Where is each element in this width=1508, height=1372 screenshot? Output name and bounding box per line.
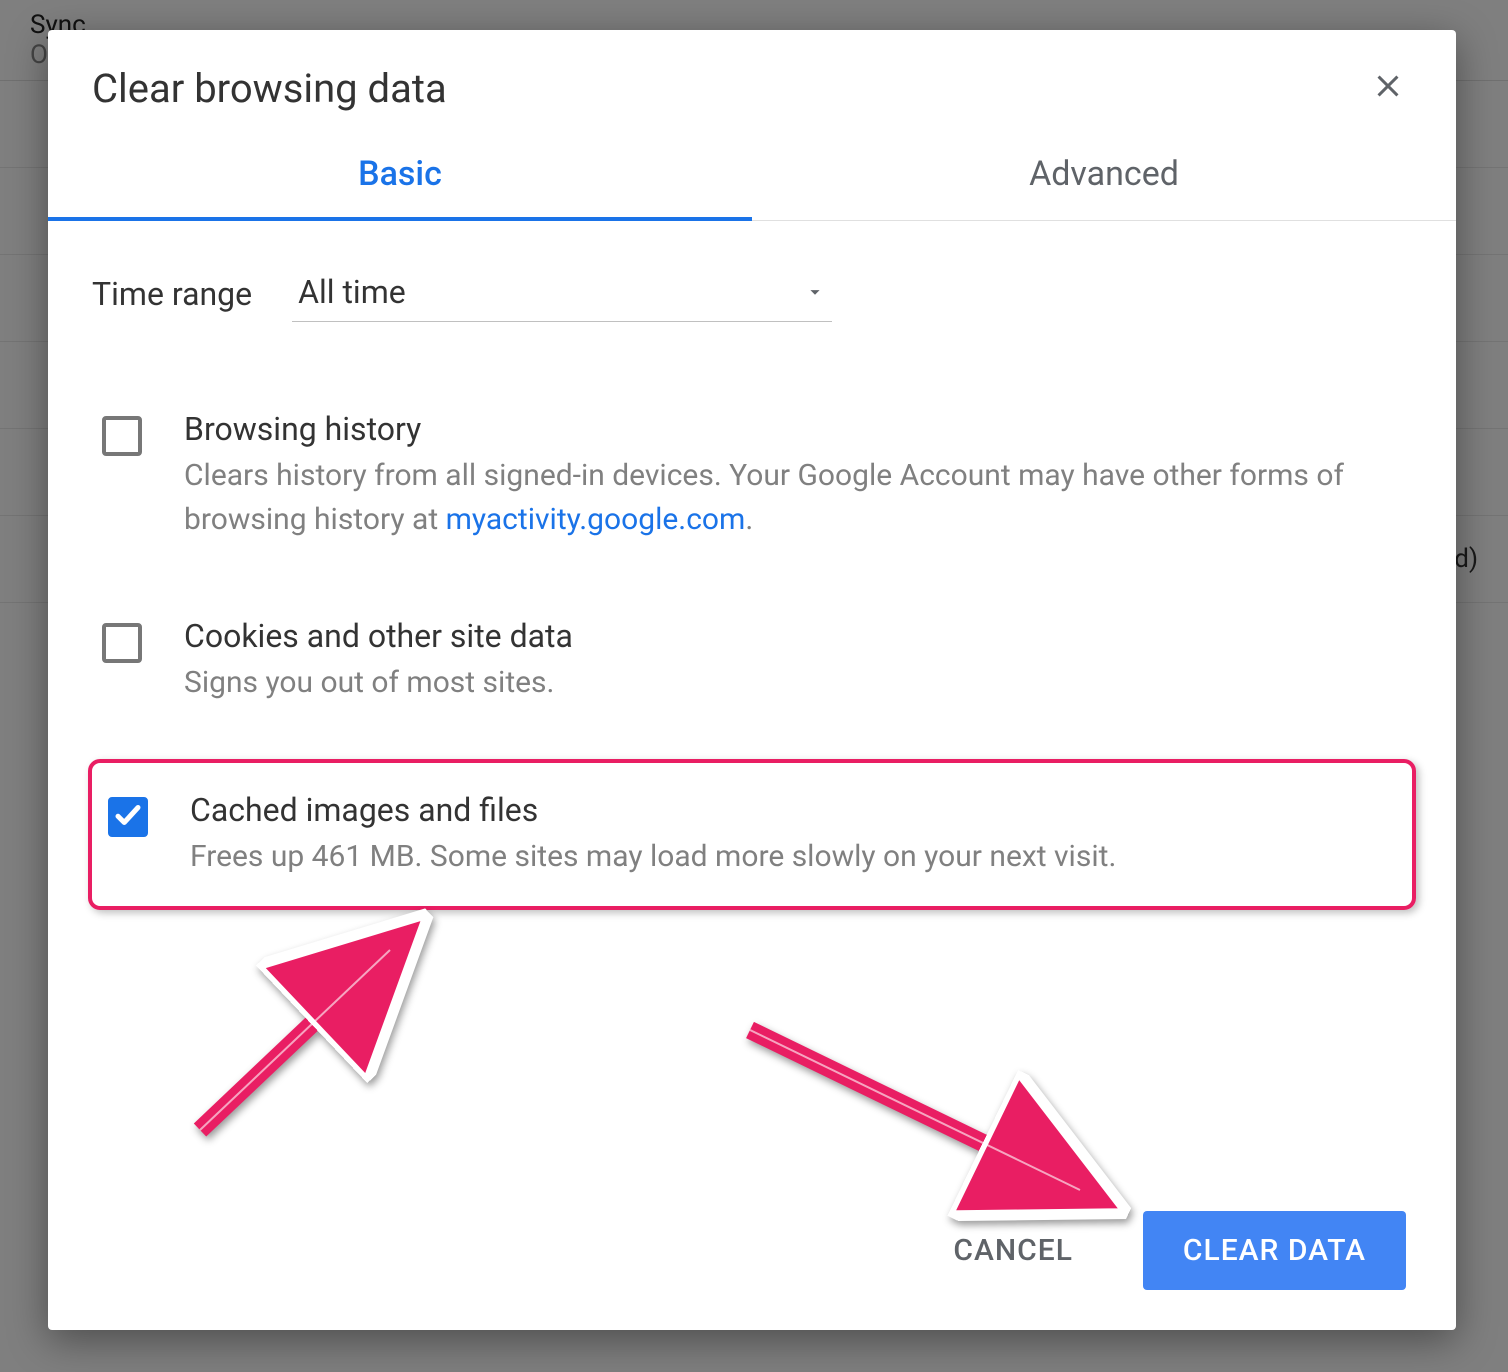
tabs: Basic Advanced (48, 132, 1456, 221)
cancel-button[interactable]: CANCEL (933, 1215, 1093, 1286)
annotation-highlight-box: Cached images and files Frees up 461 MB.… (88, 759, 1416, 911)
option-title: Browsing history (184, 410, 1402, 448)
checkbox-cookies[interactable] (102, 623, 142, 663)
option-cached-images: Cached images and files Frees up 461 MB.… (98, 773, 1402, 897)
time-range-select[interactable]: All time (292, 265, 832, 322)
time-range-value: All time (298, 273, 406, 311)
option-description: Signs you out of most sites. (184, 661, 1402, 705)
clear-data-button[interactable]: CLEAR DATA (1143, 1211, 1406, 1290)
chevron-down-icon (804, 281, 826, 303)
check-icon (113, 800, 143, 834)
checkbox-cached-images[interactable] (108, 797, 148, 837)
option-cookies: Cookies and other site data Signs you ou… (92, 599, 1412, 723)
option-browsing-history: Browsing history Clears history from all… (92, 392, 1412, 559)
close-icon (1370, 68, 1406, 108)
clear-browsing-data-dialog: Clear browsing data Basic Advanced Time … (48, 30, 1456, 1330)
time-range-label: Time range (92, 275, 252, 313)
checkbox-browsing-history[interactable] (102, 416, 142, 456)
dialog-title: Clear browsing data (92, 65, 447, 112)
option-title: Cached images and files (190, 791, 1392, 829)
myactivity-link[interactable]: myactivity.google.com (446, 502, 746, 537)
tab-basic[interactable]: Basic (48, 132, 752, 220)
tab-advanced[interactable]: Advanced (752, 132, 1456, 220)
option-title: Cookies and other site data (184, 617, 1402, 655)
option-description: Frees up 461 MB. Some sites may load mor… (190, 835, 1392, 879)
option-description: Clears history from all signed-in device… (184, 454, 1402, 541)
close-button[interactable] (1364, 64, 1412, 112)
